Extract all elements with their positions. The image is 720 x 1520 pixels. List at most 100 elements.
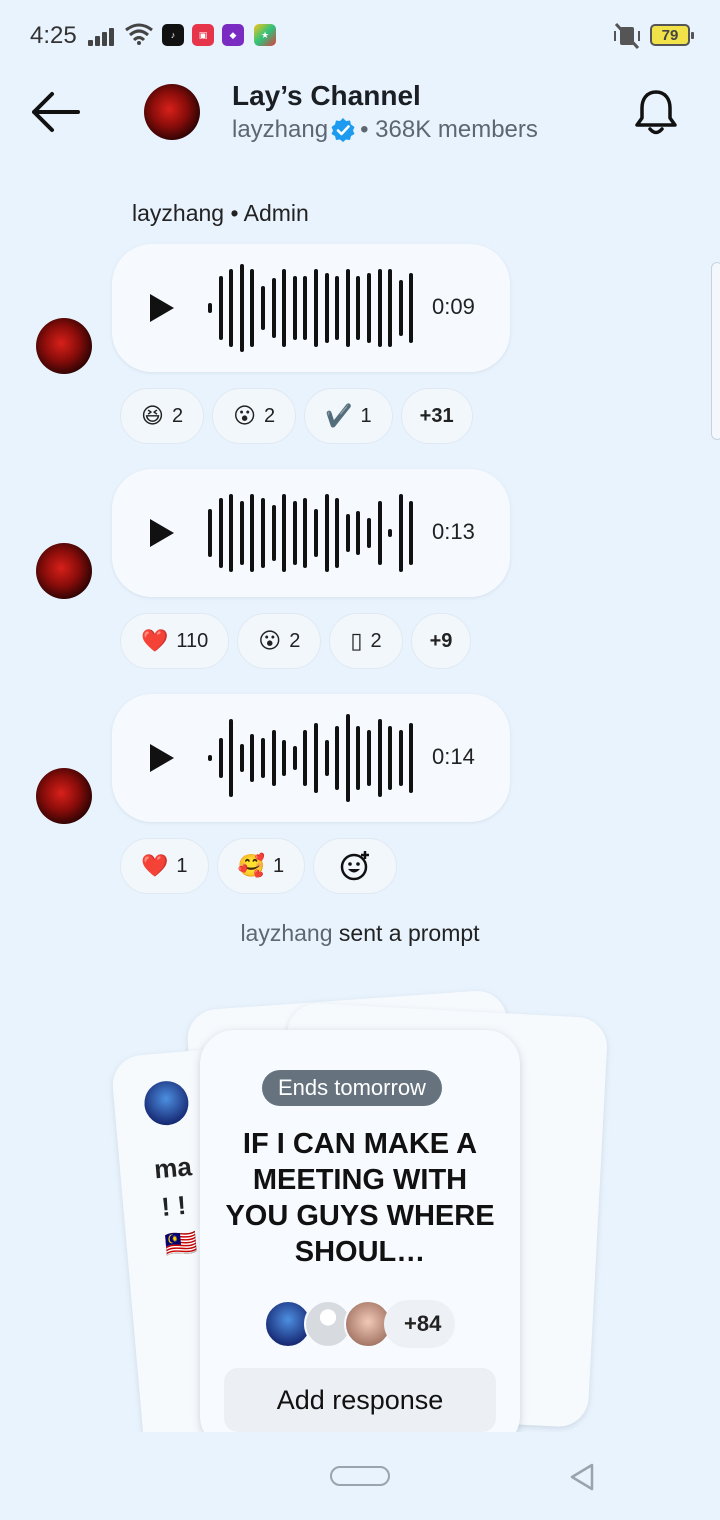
play-icon[interactable]: [148, 742, 176, 774]
sender-line: layzhang • Admin: [132, 200, 309, 226]
wave-bar: [250, 734, 255, 782]
reaction-chip[interactable]: ✔️ 1: [304, 388, 393, 444]
tiktok-icon: ♪: [162, 24, 184, 46]
reaction-chip[interactable]: ❤️ 110: [120, 613, 230, 669]
reaction-count: 2: [289, 629, 301, 652]
game-app-icon: ◆: [222, 24, 244, 46]
prompt-question: IF I CAN MAKE A MEETING WITH YOU GUYS WH…: [225, 1128, 495, 1268]
response-author-avatar: [142, 1079, 191, 1127]
reaction-chip[interactable]: 🥰 1: [216, 838, 306, 894]
responders[interactable]: +84: [264, 1300, 456, 1348]
wave-bar: [250, 494, 255, 572]
wave-bar: [292, 276, 297, 340]
responder-count: +84: [384, 1300, 456, 1348]
wave-bar: [229, 719, 234, 797]
wave-bar: [388, 269, 393, 347]
add-reaction-icon[interactable]: [313, 838, 398, 894]
wave-bar: [345, 269, 350, 347]
wave-bar: [239, 501, 244, 565]
reaction-emoji: 🥰: [237, 853, 265, 878]
reaction-chip[interactable]: 😮 2: [237, 613, 322, 669]
bell-icon[interactable]: [632, 88, 680, 138]
waveform[interactable]: [208, 489, 422, 577]
wave-bar: [229, 494, 234, 572]
wave-bar: [409, 273, 414, 343]
prompt-card[interactable]: Ends tomorrow IF I CAN MAKE A MEETING WI…: [200, 1030, 520, 1450]
wave-bar: [271, 278, 276, 338]
wave-bar: [356, 276, 361, 340]
ends-badge: Ends tomorrow: [262, 1070, 442, 1106]
status-time: 4:25: [30, 22, 77, 49]
voice-message[interactable]: 0:14: [112, 694, 510, 822]
response-text: ! !: [160, 1189, 188, 1222]
wave-bar: [261, 738, 265, 778]
reaction-count: 1: [176, 854, 188, 877]
channel-subtitle: layzhang • 368K members: [232, 116, 538, 144]
voice-message[interactable]: 0:13: [112, 469, 510, 597]
wave-bar: [335, 498, 340, 568]
home-button[interactable]: [330, 1466, 390, 1486]
wave-bar: [314, 269, 318, 347]
play-icon[interactable]: [148, 292, 176, 324]
more-reactions-button[interactable]: +31: [400, 388, 473, 444]
wave-bar: [282, 740, 287, 776]
wave-bar: [345, 514, 350, 552]
scrollbar[interactable]: [711, 262, 720, 440]
wave-bar: [239, 744, 244, 772]
reaction-count: 1: [360, 404, 372, 427]
status-bar: 4:25 ♪ ▣ ◆ ★ 79: [0, 0, 720, 72]
wave-bar: [282, 269, 287, 347]
wave-bar: [314, 723, 318, 793]
reaction-row: ❤️ 110 😮 2 ▯ 2 +9: [120, 613, 472, 669]
wave-bar: [324, 273, 329, 343]
wave-bar: [229, 269, 234, 347]
reaction-chip[interactable]: ▯ 2: [329, 613, 403, 669]
reaction-emoji: ✔️: [325, 403, 353, 428]
message-avatar[interactable]: [36, 318, 92, 374]
reaction-count: 2: [264, 404, 276, 427]
channel-avatar[interactable]: [144, 84, 200, 140]
wave-bar: [409, 501, 414, 565]
play-icon[interactable]: [148, 517, 176, 549]
add-response-button[interactable]: Add response: [224, 1368, 496, 1432]
message-avatar[interactable]: [36, 768, 92, 824]
wave-bar: [398, 494, 403, 572]
wave-bar: [314, 509, 318, 557]
more-reactions-button[interactable]: +9: [410, 613, 472, 669]
reaction-emoji: 😆: [141, 403, 164, 428]
wave-bar: [377, 501, 382, 565]
prompt-author[interactable]: layzhang: [240, 920, 332, 946]
wave-bar: [303, 276, 308, 340]
reaction-chip[interactable]: 😮 2: [212, 388, 297, 444]
reaction-count: 110: [176, 629, 209, 652]
voice-message[interactable]: 0:09: [112, 244, 510, 372]
reaction-chip[interactable]: ❤️ 1: [120, 838, 209, 894]
wave-bar: [409, 723, 414, 793]
wave-bar: [271, 730, 276, 786]
wave-bar: [356, 511, 361, 555]
channel-title[interactable]: Lay’s Channel: [232, 80, 421, 112]
channel-handle: layzhang: [232, 116, 329, 143]
voice-duration: 0:14: [432, 744, 475, 769]
battery-icon: 79: [650, 24, 694, 46]
reaction-count: 1: [272, 854, 285, 877]
wave-bar: [239, 264, 244, 352]
wave-bar: [261, 498, 265, 568]
shop-app-icon: ★: [254, 24, 276, 46]
back-button[interactable]: [30, 88, 82, 136]
message-avatar[interactable]: [36, 543, 92, 599]
voice-duration: 0:09: [432, 294, 475, 319]
waveform[interactable]: [208, 714, 422, 802]
wave-bar: [303, 498, 308, 568]
reaction-emoji: ❤️: [141, 628, 169, 653]
wave-bar: [367, 518, 371, 548]
wave-bar: [377, 269, 382, 347]
wave-bar: [324, 740, 329, 776]
reaction-row: ❤️ 1 🥰 1: [120, 838, 398, 894]
waveform[interactable]: [208, 264, 422, 352]
reaction-emoji: 😮: [258, 628, 282, 653]
wave-bar: [261, 286, 265, 330]
nav-back-icon[interactable]: [568, 1462, 596, 1492]
reaction-count: 2: [171, 404, 184, 427]
reaction-chip[interactable]: 😆 2: [120, 388, 205, 444]
